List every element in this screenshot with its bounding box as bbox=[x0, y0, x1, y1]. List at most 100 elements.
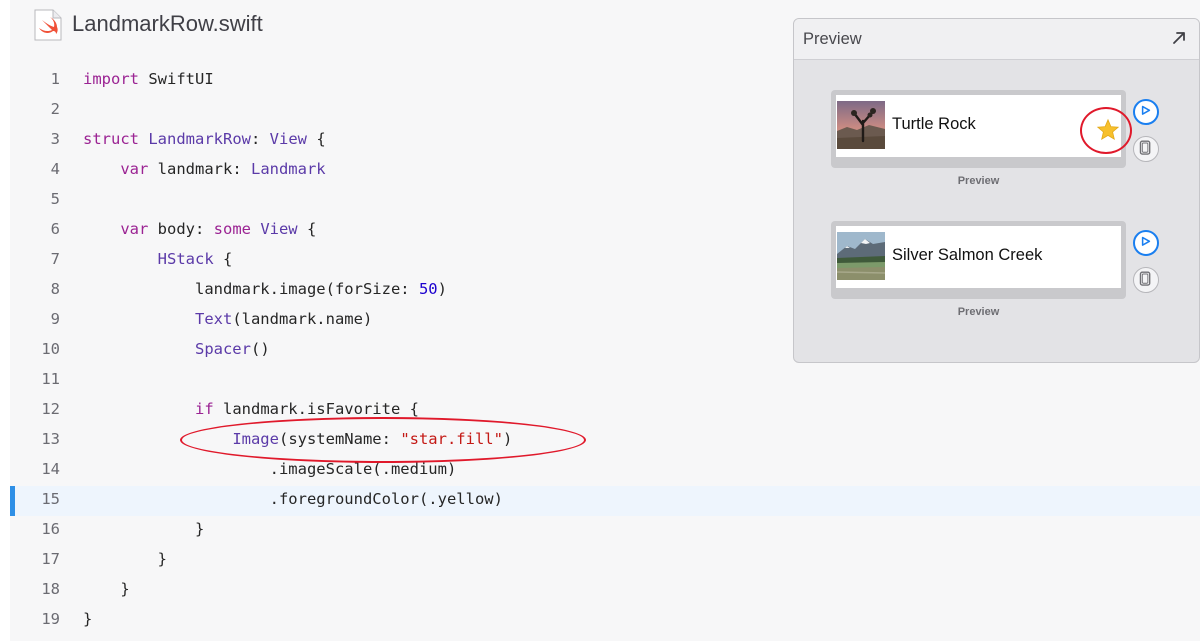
code-token: } bbox=[83, 610, 93, 628]
code-token: View bbox=[269, 130, 307, 148]
code-token: Landmark bbox=[250, 160, 326, 178]
line-code: } bbox=[83, 520, 204, 538]
code-token: (landmark.name) bbox=[232, 310, 373, 328]
line-number: 11 bbox=[41, 370, 60, 388]
line-code: var body: some View { bbox=[83, 220, 316, 238]
line-code: Image(systemName: "star.fill") bbox=[83, 430, 512, 448]
line-number: 5 bbox=[50, 190, 60, 208]
landmark-name: Turtle Rock bbox=[892, 115, 976, 133]
line-code: .foregroundColor(.yellow) bbox=[83, 490, 503, 508]
code-token: } bbox=[194, 520, 205, 538]
code-line[interactable]: 13 Image(systemName: "star.fill") bbox=[10, 426, 1200, 456]
line-number: 13 bbox=[41, 430, 60, 448]
code-token: LandmarkRow bbox=[148, 130, 251, 148]
line-code: HStack { bbox=[83, 250, 233, 268]
line-number: 14 bbox=[41, 460, 60, 478]
code-token: .imageScale(.medium) bbox=[269, 460, 457, 478]
line-code: } bbox=[83, 610, 92, 628]
preview-caption: Preview bbox=[957, 306, 1000, 318]
line-number: 18 bbox=[41, 580, 60, 598]
code-token: landmark: bbox=[148, 160, 251, 178]
landmark-name: Silver Salmon Creek bbox=[892, 246, 1043, 264]
preview-row-turtle-rock[interactable]: Turtle Rock bbox=[831, 90, 1126, 168]
code-token: Text bbox=[194, 310, 233, 328]
code-line[interactable]: 18 } bbox=[10, 576, 1200, 606]
code-token: : bbox=[251, 130, 270, 148]
code-token: if bbox=[194, 400, 214, 418]
code-token: SwiftUI bbox=[148, 70, 214, 88]
code-token: ) bbox=[437, 280, 447, 298]
line-code: } bbox=[83, 550, 167, 568]
code-token: "star.fill" bbox=[400, 430, 503, 448]
line-number: 19 bbox=[41, 610, 60, 628]
code-line[interactable]: 11 bbox=[10, 366, 1200, 396]
star-fill-icon bbox=[1096, 118, 1120, 141]
line-code: } bbox=[83, 580, 130, 598]
code-token: Image bbox=[232, 430, 279, 448]
line-number: 9 bbox=[50, 310, 60, 328]
line-code: landmark.image(forSize: 50) bbox=[83, 280, 447, 298]
code-line[interactable]: 14 .imageScale(.medium) bbox=[10, 456, 1200, 486]
mountain-creek-thumbnail bbox=[837, 232, 885, 280]
play-icon bbox=[1141, 236, 1151, 246]
code-token: } bbox=[157, 550, 167, 568]
line-code: var landmark: Landmark bbox=[83, 160, 326, 178]
code-token: 50 bbox=[418, 280, 438, 298]
code-token: () bbox=[250, 340, 270, 358]
line-number: 7 bbox=[50, 250, 60, 268]
line-number: 4 bbox=[50, 160, 60, 178]
live-preview-button[interactable] bbox=[1133, 99, 1159, 125]
preview-caption: Preview bbox=[957, 175, 1000, 187]
code-line[interactable]: 16 } bbox=[10, 516, 1200, 546]
code-token: struct bbox=[83, 130, 139, 148]
gutter-edge bbox=[0, 0, 10, 641]
desert-landscape-thumbnail bbox=[837, 101, 885, 149]
code-line-active[interactable]: 15 .foregroundColor(.yellow) bbox=[10, 486, 1200, 516]
line-number: 16 bbox=[41, 520, 60, 538]
code-line[interactable]: 12 if landmark.isFavorite { bbox=[10, 396, 1200, 426]
line-code: .imageScale(.medium) bbox=[83, 460, 457, 478]
line-code: Text(landmark.name) bbox=[83, 310, 372, 328]
swift-icon bbox=[34, 9, 62, 41]
landmark-row: Silver Salmon Creek bbox=[836, 226, 1121, 288]
code-token: Spacer bbox=[194, 340, 251, 358]
code-token: body: bbox=[148, 220, 214, 238]
code-token: .foregroundColor(.yellow) bbox=[269, 490, 503, 508]
code-token: (systemName: bbox=[278, 430, 401, 448]
preview-titlebar: Preview bbox=[794, 19, 1199, 60]
play-icon bbox=[1141, 105, 1151, 115]
code-token: { bbox=[213, 250, 233, 268]
line-number: 10 bbox=[41, 340, 60, 358]
line-number: 2 bbox=[50, 100, 60, 118]
code-token: } bbox=[120, 580, 130, 598]
code-line[interactable]: 19 } bbox=[10, 606, 1200, 636]
landmark-row: Turtle Rock bbox=[836, 95, 1121, 157]
device-icon bbox=[1139, 140, 1151, 155]
line-code: Spacer() bbox=[83, 340, 270, 358]
line-number: 12 bbox=[41, 400, 60, 418]
page: LandmarkRow.swift 1 import SwiftUI 2 3 s… bbox=[0, 0, 1200, 641]
code-token: { bbox=[307, 130, 326, 148]
code-line[interactable]: 17 } bbox=[10, 546, 1200, 576]
code-token: import bbox=[83, 70, 139, 88]
line-number: 8 bbox=[50, 280, 60, 298]
file-name: LandmarkRow.swift bbox=[72, 11, 263, 36]
line-number: 1 bbox=[50, 70, 60, 88]
expand-arrow-icon[interactable] bbox=[1171, 30, 1187, 46]
device-preview-button[interactable] bbox=[1133, 136, 1159, 162]
line-code: if landmark.isFavorite { bbox=[83, 400, 419, 418]
code-token: View bbox=[250, 220, 298, 238]
code-token: var bbox=[120, 220, 149, 238]
code-token: landmark.image(forSize: bbox=[194, 280, 419, 298]
device-preview-button[interactable] bbox=[1133, 267, 1159, 293]
line-number: 3 bbox=[50, 130, 60, 148]
line-code: struct LandmarkRow: View { bbox=[83, 130, 326, 148]
preview-title: Preview bbox=[803, 30, 862, 48]
preview-row-silver-salmon-creek[interactable]: Silver Salmon Creek bbox=[831, 221, 1126, 299]
device-icon bbox=[1139, 271, 1151, 286]
code-token: HStack bbox=[157, 250, 214, 268]
code-token: some bbox=[213, 220, 251, 238]
live-preview-button[interactable] bbox=[1133, 230, 1159, 256]
line-number: 6 bbox=[50, 220, 60, 238]
line-number: 15 bbox=[41, 490, 60, 508]
